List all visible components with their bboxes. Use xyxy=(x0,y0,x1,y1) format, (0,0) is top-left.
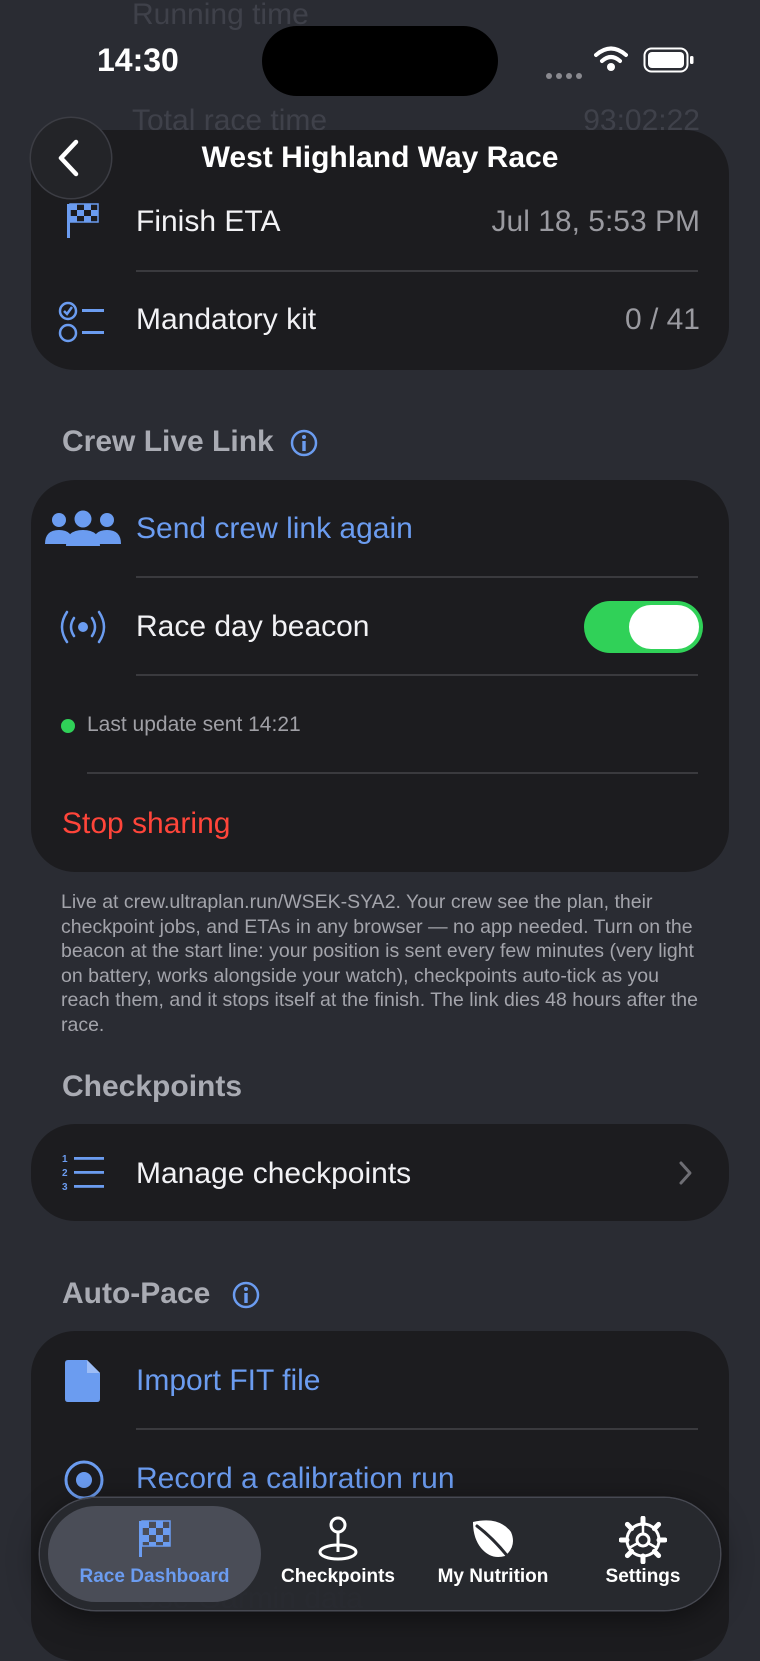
gear-icon xyxy=(619,1516,667,1564)
status-bar: 14:30 xyxy=(0,0,760,120)
send-crew-link-button[interactable]: Send crew link again xyxy=(136,512,413,546)
broadcast-beacon-icon xyxy=(55,605,111,654)
numbered-list-icon: 1 2 3 xyxy=(60,1152,106,1197)
info-icon[interactable] xyxy=(289,428,319,463)
status-time: 14:30 xyxy=(97,42,179,78)
toggle-knob xyxy=(629,605,699,649)
svg-text:2: 2 xyxy=(62,1168,68,1179)
people-icon xyxy=(44,510,122,555)
separator xyxy=(136,576,698,578)
checkered-flag-icon xyxy=(139,1520,171,1557)
auto-pace-section-title: Auto-Pace xyxy=(62,1277,211,1310)
leaf-icon xyxy=(473,1520,513,1560)
finish-eta-label: Finish ETA xyxy=(136,205,281,238)
tab-race-dashboard[interactable]: Race Dashboard xyxy=(48,1506,261,1602)
tab-bar: Race Dashboard Checkpoints My Nutrition xyxy=(40,1498,720,1610)
stop-sharing-button[interactable]: Stop sharing xyxy=(62,807,230,841)
tab-settings-label: Settings xyxy=(605,1566,681,1587)
crew-live-link-title: Crew Live Link xyxy=(62,425,274,458)
tab-checkpoints[interactable]: Checkpoints xyxy=(263,1506,413,1602)
tab-my-nutrition-label: My Nutrition xyxy=(437,1566,549,1587)
mandatory-kit-count: 0 / 41 xyxy=(624,303,700,336)
last-update-text: Last update sent 14:21 xyxy=(87,713,301,736)
crew-link-footer: Live at crew.ultraplan.run/WSEK-SYA2. Yo… xyxy=(61,891,698,1036)
svg-text:1: 1 xyxy=(62,1154,68,1165)
chevron-right-icon xyxy=(676,1158,696,1193)
tab-race-dashboard-label: Race Dashboard xyxy=(79,1566,230,1587)
tab-settings[interactable]: Settings xyxy=(573,1506,713,1602)
race-day-beacon-label: Race day beacon xyxy=(136,610,370,643)
battery-icon xyxy=(643,47,695,78)
separator xyxy=(136,270,698,272)
info-icon[interactable] xyxy=(231,1280,261,1315)
signal-dots-icon xyxy=(545,67,585,85)
document-icon xyxy=(64,1358,102,1409)
mandatory-kit-row[interactable]: Mandatory kit xyxy=(136,303,316,337)
race-day-beacon-toggle[interactable] xyxy=(584,601,703,653)
finish-eta-value: Jul 18, 5:53 PM xyxy=(491,205,700,238)
manage-checkpoints-label: Manage checkpoints xyxy=(136,1157,412,1190)
checkered-flag-icon xyxy=(64,200,104,245)
import-fit-file-button[interactable]: Import FIT file xyxy=(136,1364,320,1398)
wifi-icon xyxy=(594,46,628,77)
checkpoints-section-title: Checkpoints xyxy=(62,1070,243,1103)
svg-text:3: 3 xyxy=(62,1182,68,1192)
record-calibration-run-button[interactable]: Record a calibration run xyxy=(136,1462,455,1496)
separator xyxy=(136,674,698,676)
tab-my-nutrition[interactable]: My Nutrition xyxy=(413,1506,573,1602)
tab-checkpoints-label: Checkpoints xyxy=(280,1566,396,1587)
checklist-icon xyxy=(58,300,108,349)
separator xyxy=(136,1428,698,1430)
status-dot xyxy=(61,719,75,733)
page-title: West Highland Way Race xyxy=(201,141,559,174)
dynamic-island xyxy=(262,26,498,96)
map-pin-icon xyxy=(318,1516,358,1561)
separator xyxy=(87,772,698,774)
